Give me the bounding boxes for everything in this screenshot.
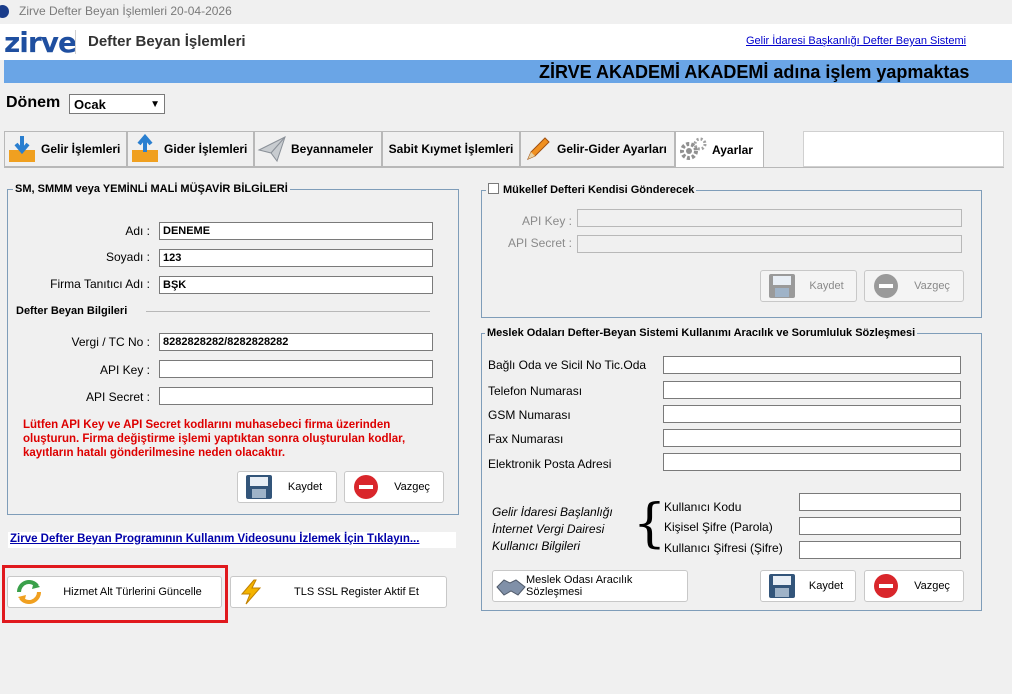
mukellef-cancel-button[interactable]: Vazgeç [864, 270, 964, 302]
heading-divider [146, 311, 430, 312]
mukellef-apikey-label: API Key : [521, 214, 572, 228]
cancel-icon [871, 273, 901, 299]
telefon-label: Telefon Numarası [488, 384, 583, 398]
left-save-button[interactable]: Kaydet [237, 471, 337, 503]
kisisel-sifre-input[interactable] [799, 517, 961, 535]
tab-gider-islemleri[interactable]: Gider İşlemleri [127, 131, 254, 167]
hizmet-alt-turleri-guncelle-button[interactable]: Hizmet Alt Türlerini Güncelle [7, 576, 222, 608]
mali-musavir-legend: SM, SMMM veya YEMİNLİ MALİ MÜŞAVİR BİLGİ… [13, 183, 290, 195]
tab-sabit-kiymet[interactable]: Sabit Kıymet İşlemleri [382, 131, 520, 167]
meslek-legend: Meslek Odaları Defter-Beyan Sistemi Kull… [485, 327, 918, 339]
eposta-label: Elektronik Posta Adresi [488, 457, 612, 471]
tab-underline [4, 167, 1004, 168]
apisecret-input[interactable] [159, 387, 433, 405]
tab-label: Gelir-Gider Ayarları [557, 142, 667, 156]
tls-ssl-register-button[interactable]: TLS SSL Register Aktif Et [230, 576, 447, 608]
gib-info-line-2: İnternet Vergi Dairesi [492, 522, 605, 536]
oda-sicil-input[interactable] [663, 356, 961, 374]
defter-beyan-heading: Defter Beyan Bilgileri [16, 305, 128, 317]
mukellef-apisecret-label: API Secret : [507, 236, 572, 250]
window-titlebar: Zirve Defter Beyan İşlemleri 20-04-2026 [0, 0, 1012, 24]
apikey-label: API Key : [99, 363, 150, 377]
floppy-disk-icon [767, 273, 797, 299]
mukellef-legend: Mükellef Defteri Kendisi Gönderecek [486, 183, 697, 196]
handshake-icon [496, 573, 526, 599]
upload-tray-icon [130, 133, 160, 164]
gib-info-line-3: Kullanıcı Bilgileri [492, 539, 581, 553]
floppy-disk-icon [244, 474, 274, 500]
telefon-input[interactable] [663, 381, 961, 399]
fax-label: Fax Numarası [488, 432, 564, 446]
mukellef-checkbox[interactable] [488, 183, 499, 194]
gsm-input[interactable] [663, 405, 961, 423]
adi-input[interactable]: DENEME [159, 222, 433, 240]
donem-select[interactable]: Ocak ▼ [69, 94, 165, 114]
download-tray-icon [7, 134, 37, 164]
tab-strip-filler [803, 131, 1004, 167]
kullanici-kodu-label: Kullanıcı Kodu [664, 500, 742, 514]
apikey-input[interactable] [159, 360, 433, 378]
vergi-label: Vergi / TC No : [71, 335, 150, 349]
kullanici-kodu-input[interactable] [799, 493, 961, 511]
mukellef-apisecret-input[interactable] [577, 235, 962, 253]
soyadi-label: Soyadı : [105, 250, 150, 264]
vergi-input[interactable]: 8282828282/8282828282 [159, 333, 433, 351]
meslek-save-button[interactable]: Kaydet [760, 570, 856, 602]
window-title: Zirve Defter Beyan İşlemleri 20-04-2026 [19, 4, 232, 18]
app-icon [0, 5, 9, 18]
eposta-input[interactable] [663, 453, 961, 471]
firma-label: Firma Tanıtıcı Adı : [50, 277, 150, 291]
tab-label: Gelir İşlemleri [41, 142, 121, 156]
kisisel-sifre-label: Kişisel Şifre (Parola) [664, 520, 773, 534]
floppy-disk-icon [767, 573, 797, 599]
tab-label: Gider İşlemleri [164, 142, 248, 156]
curly-brace: { [633, 494, 667, 554]
tab-ayarlar[interactable]: Ayarlar [675, 131, 764, 167]
lightning-icon [237, 579, 267, 605]
gib-info-line-1: Gelir İdaresi Başlanlığı [492, 505, 613, 519]
left-cancel-button[interactable]: Vazgeç [344, 471, 444, 503]
adi-label: Adı : [125, 224, 150, 238]
donem-value: Ocak [74, 97, 106, 112]
donem-label: Dönem [6, 94, 61, 111]
paper-plane-icon [257, 134, 287, 164]
refresh-icon [14, 579, 44, 605]
header-divider [75, 30, 76, 54]
tab-gelir-islemleri[interactable]: Gelir İşlemleri [4, 131, 127, 167]
zirve-logo: zirve [4, 26, 77, 59]
tab-label: Ayarlar [712, 142, 753, 157]
mukellef-apikey-input[interactable] [577, 209, 962, 227]
gsm-label: GSM Numarası [488, 408, 571, 422]
banner-text: ZİRVE AKADEMİ AKADEMİ adına işlem yapmak… [539, 62, 970, 82]
mukellef-save-button[interactable]: Kaydet [760, 270, 857, 302]
kullanici-sifresi-label: Kullanıcı Şifresi (Şifre) [664, 541, 783, 555]
tab-label: Sabit Kıymet İşlemleri [388, 142, 514, 156]
gib-defter-beyan-link[interactable]: Gelir İdaresi Başkanlığı Defter Beyan Si… [746, 35, 966, 47]
tab-gelir-gider-ayarlari[interactable]: Gelir-Gider Ayarları [520, 131, 675, 167]
firma-input[interactable]: BŞK [159, 276, 433, 294]
video-tutorial-link[interactable]: Zirve Defter Beyan Programının Kullanım … [8, 532, 456, 548]
apisecret-label: API Secret : [85, 390, 150, 404]
fax-input[interactable] [663, 429, 961, 447]
cancel-icon [351, 474, 381, 500]
cancel-icon [871, 573, 901, 599]
kullanici-sifresi-input[interactable] [799, 541, 961, 559]
gear-icon [678, 135, 708, 165]
tab-label: Beyannameler [291, 142, 374, 156]
tab-beyannameler[interactable]: Beyannameler [254, 131, 382, 167]
api-warning-text: Lütfen API Key ve API Secret kodlarını m… [23, 419, 406, 459]
oda-sicil-label: Bağlı Oda ve Sicil No Tic.Oda [488, 358, 647, 372]
soyadi-input[interactable]: 123 [159, 249, 433, 267]
meslek-cancel-button[interactable]: Vazgeç [864, 570, 964, 602]
app-title: Defter Beyan İşlemleri [88, 33, 246, 50]
pencil-icon [523, 134, 553, 164]
chevron-down-icon[interactable]: ▼ [150, 99, 160, 110]
aracilik-sozlesmesi-button[interactable]: Meslek Odası Aracılık Sözleşmesi [492, 570, 688, 602]
